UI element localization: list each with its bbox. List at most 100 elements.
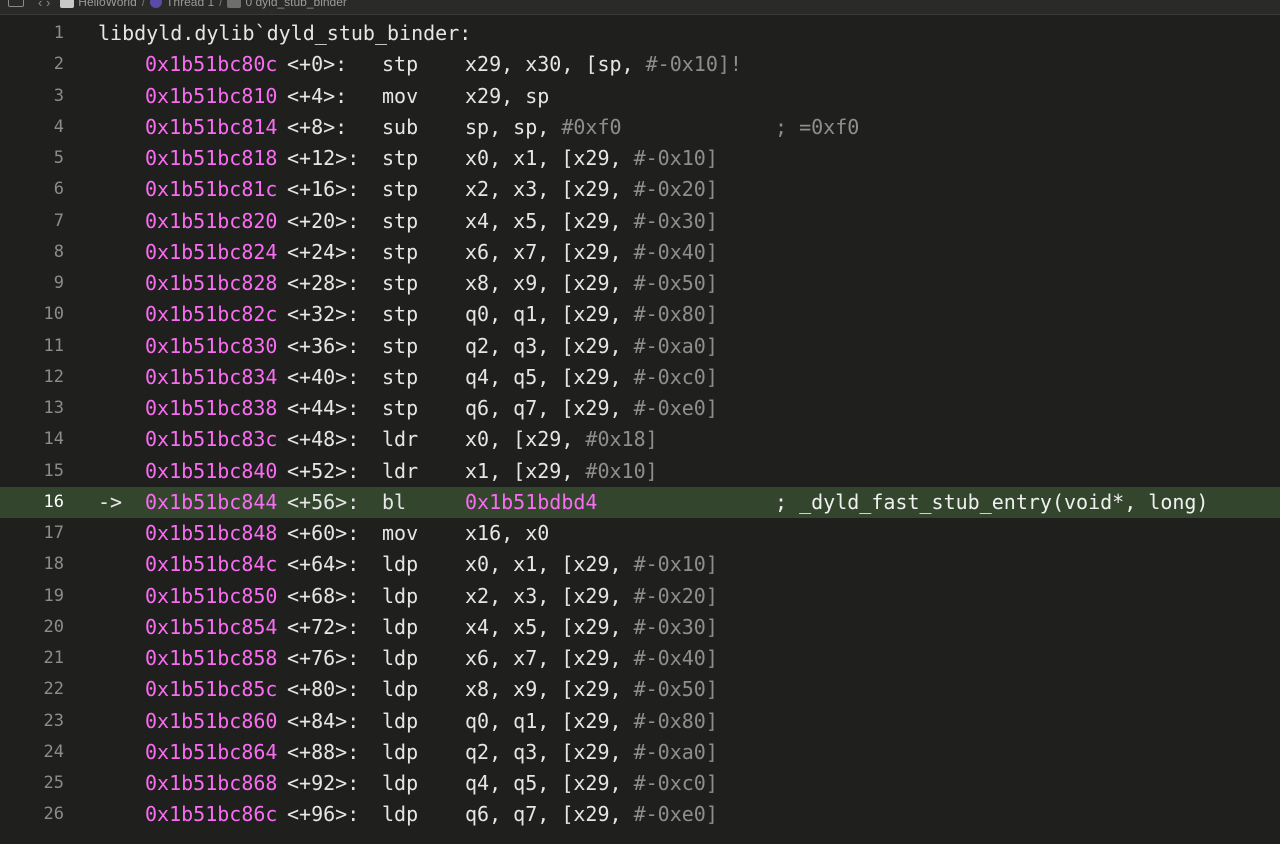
line-number[interactable]: 8 bbox=[0, 237, 64, 268]
instruction-mnemonic: bl bbox=[382, 489, 407, 514]
instruction-mnemonic: ldp bbox=[382, 614, 419, 639]
instruction-offset: <+60>: bbox=[287, 521, 360, 545]
instruction-comment: ; _dyld_fast_stub_entry(void*, long) bbox=[775, 489, 1209, 514]
code-line[interactable]: 25 0x1b51bc868 <+92>: ldp q4, q5, [x29, #-0x… bbox=[0, 768, 1280, 799]
instruction-address: 0x1b51bc818 bbox=[145, 146, 278, 170]
register-operand: x29, x30, [sp, bbox=[465, 52, 646, 77]
instruction-mnemonic: ldr bbox=[382, 458, 419, 483]
breadcrumb-app[interactable]: HelloWorld bbox=[78, 0, 136, 9]
instruction-operands: x29, x30, [sp, #-0x10]! bbox=[465, 49, 742, 80]
current-instruction-line[interactable]: 16 -> 0x1b51bc844 <+56>: bl 0x1b51bdbd4 ; _dyl… bbox=[0, 486, 1280, 518]
instruction-mnemonic: ldr bbox=[382, 427, 419, 452]
line-number[interactable]: 11 bbox=[0, 331, 64, 362]
back-forward-icon[interactable]: ‹ › bbox=[38, 0, 50, 10]
instruction-operands: 0x1b51bdbd4 bbox=[465, 487, 597, 518]
instruction-mnemonic: ldp bbox=[382, 771, 419, 795]
line-number[interactable]: 19 bbox=[0, 581, 64, 612]
code-line[interactable]: 3 0x1b51bc810 <+4>: mov x29, sp bbox=[0, 81, 1280, 112]
code-line[interactable]: 6 0x1b51bc81c <+16>: stp x2, x3, [x29, #-0x2… bbox=[0, 174, 1280, 205]
instruction-operands: x8, x9, [x29, #-0x50] bbox=[465, 268, 718, 299]
line-number[interactable]: 26 bbox=[0, 799, 64, 830]
register-operand: q6, q7, [x29, bbox=[465, 396, 634, 420]
register-operand: x0, [x29, bbox=[465, 427, 586, 452]
related-items-icon[interactable] bbox=[8, 0, 24, 7]
line-number[interactable]: 25 bbox=[0, 768, 64, 799]
line-number[interactable]: 6 bbox=[0, 174, 64, 205]
instruction-offset: <+20>: bbox=[287, 208, 360, 233]
disassembly-view[interactable]: 1 libdyld.dylib`dyld_stub_binder: 2 0x1b51b… bbox=[0, 18, 1280, 831]
code-line[interactable]: 10 0x1b51bc82c <+32>: stp q0, q1, [x29, #-0x… bbox=[0, 299, 1280, 330]
line-number[interactable]: 3 bbox=[0, 81, 64, 112]
code-line[interactable]: 8 0x1b51bc824 <+24>: stp x6, x7, [x29, #-0x4… bbox=[0, 237, 1280, 268]
line-number[interactable]: 18 bbox=[0, 549, 64, 580]
instruction-address: 0x1b51bc85c bbox=[145, 677, 278, 702]
code-line[interactable]: 14 0x1b51bc83c <+48>: ldr x0, [x29, #0x18] bbox=[0, 424, 1280, 455]
branch-target: 0x1b51bdbd4 bbox=[465, 489, 598, 514]
line-number[interactable]: 10 bbox=[0, 299, 64, 330]
instruction-mnemonic: stp bbox=[382, 177, 419, 202]
jump-bar-content: ‹ › HelloWorld / Thread 1 / 0 dyld_stub_… bbox=[8, 0, 347, 11]
line-number[interactable]: 4 bbox=[0, 112, 64, 143]
code-line[interactable]: 12 0x1b51bc834 <+40>: stp q4, q5, [x29, #-0x… bbox=[0, 362, 1280, 393]
immediate-operand: #0x10] bbox=[585, 458, 658, 483]
code-line[interactable]: 9 0x1b51bc828 <+28>: stp x8, x9, [x29, #-0x5… bbox=[0, 268, 1280, 299]
code-line[interactable]: 15 0x1b51bc840 <+52>: ldr x1, [x29, #0x10] bbox=[0, 456, 1280, 487]
register-operand: q2, q3, [x29, bbox=[465, 739, 634, 764]
instruction-offset: <+24>: bbox=[287, 239, 360, 264]
code-line[interactable]: 23 0x1b51bc860 <+84>: ldp q0, q1, [x29, #-0x… bbox=[0, 706, 1280, 737]
breadcrumb-separator: / bbox=[141, 0, 146, 9]
code-line[interactable]: 17 0x1b51bc848 <+60>: mov x16, x0 bbox=[0, 518, 1280, 549]
line-number[interactable]: 24 bbox=[0, 737, 64, 768]
line-number[interactable]: 20 bbox=[0, 612, 64, 643]
instruction-comment: ; =0xf0 bbox=[775, 114, 860, 139]
line-number[interactable]: 15 bbox=[0, 456, 64, 487]
code-line[interactable]: 20 0x1b51bc854 <+72>: ldp x4, x5, [x29, #-0x… bbox=[0, 612, 1280, 643]
instruction-mnemonic: stp bbox=[382, 208, 419, 233]
code-line[interactable]: 1 libdyld.dylib`dyld_stub_binder: bbox=[0, 18, 1280, 49]
register-operand: x0, x1, [x29, bbox=[465, 146, 634, 170]
line-number[interactable]: 14 bbox=[0, 424, 64, 455]
code-line[interactable]: 11 0x1b51bc830 <+36>: stp q2, q3, [x29, #-0x… bbox=[0, 331, 1280, 362]
line-number[interactable]: 17 bbox=[0, 518, 64, 549]
register-operand: sp, sp, bbox=[465, 114, 562, 139]
instruction-offset: <+36>: bbox=[287, 333, 360, 358]
line-number[interactable]: 21 bbox=[0, 643, 64, 674]
instruction-operands: x4, x5, [x29, #-0x30] bbox=[465, 612, 718, 643]
immediate-operand: #-0x30] bbox=[633, 614, 718, 639]
line-number[interactable]: 9 bbox=[0, 268, 64, 299]
code-line[interactable]: 21 0x1b51bc858 <+76>: ldp x6, x7, [x29, #-0x… bbox=[0, 643, 1280, 674]
line-number[interactable]: 7 bbox=[0, 206, 64, 237]
immediate-operand: ]! bbox=[717, 52, 742, 77]
code-line[interactable]: 5 0x1b51bc818 <+12>: stp x0, x1, [x29, #-0x1… bbox=[0, 143, 1280, 174]
line-number[interactable]: 12 bbox=[0, 362, 64, 393]
code-line[interactable]: 13 0x1b51bc838 <+44>: stp q6, q7, [x29, #-0x… bbox=[0, 393, 1280, 424]
immediate-operand: #-0x10] bbox=[633, 552, 718, 577]
immediate-operand: #-0xc0] bbox=[633, 364, 718, 389]
code-line[interactable]: 22 0x1b51bc85c <+80>: ldp x8, x9, [x29, #-0x… bbox=[0, 674, 1280, 705]
code-line[interactable]: 4 0x1b51bc814 <+8>: sub sp, sp, #0xf0 ; =0xf0 bbox=[0, 112, 1280, 143]
code-line[interactable]: 18 0x1b51bc84c <+64>: ldp x0, x1, [x29, #-0x… bbox=[0, 549, 1280, 580]
code-line[interactable]: 7 0x1b51bc820 <+20>: stp x4, x5, [x29, #-0x3… bbox=[0, 206, 1280, 237]
instruction-mnemonic: ldp bbox=[382, 583, 419, 608]
line-number[interactable]: 23 bbox=[0, 706, 64, 737]
instruction-mnemonic: ldp bbox=[382, 739, 419, 764]
code-line[interactable]: 19 0x1b51bc850 <+68>: ldp x2, x3, [x29, #-0x… bbox=[0, 581, 1280, 612]
line-number[interactable]: 1 bbox=[0, 18, 64, 49]
breadcrumb-frame[interactable]: 0 dyld_stub_binder bbox=[245, 0, 346, 9]
line-number[interactable]: 22 bbox=[0, 674, 64, 705]
instruction-offset: <+32>: bbox=[287, 302, 360, 327]
code-line[interactable]: 24 0x1b51bc864 <+88>: ldp q2, q3, [x29, #-0x… bbox=[0, 737, 1280, 768]
jump-bar: ‹ › HelloWorld / Thread 1 / 0 dyld_stub_… bbox=[0, 0, 1280, 15]
breadcrumb-thread[interactable]: Thread 1 bbox=[166, 0, 214, 9]
instruction-address: 0x1b51bc838 bbox=[145, 396, 278, 420]
code-line[interactable]: 26 0x1b51bc86c <+96>: ldp q6, q7, [x29, #-0x… bbox=[0, 799, 1280, 830]
line-number[interactable]: 13 bbox=[0, 393, 64, 424]
instruction-operands: sp, sp, #0xf0 bbox=[465, 112, 622, 143]
thread-icon bbox=[150, 0, 163, 8]
line-number[interactable]: 16 bbox=[0, 487, 64, 518]
immediate-operand: #-0x10 bbox=[645, 52, 718, 77]
line-number[interactable]: 5 bbox=[0, 143, 64, 174]
code-line[interactable]: 2 0x1b51bc80c <+0>: stp x29, x30, [sp, #-0x1… bbox=[0, 49, 1280, 80]
line-number[interactable]: 2 bbox=[0, 49, 64, 80]
immediate-operand: #-0x50] bbox=[633, 271, 718, 295]
